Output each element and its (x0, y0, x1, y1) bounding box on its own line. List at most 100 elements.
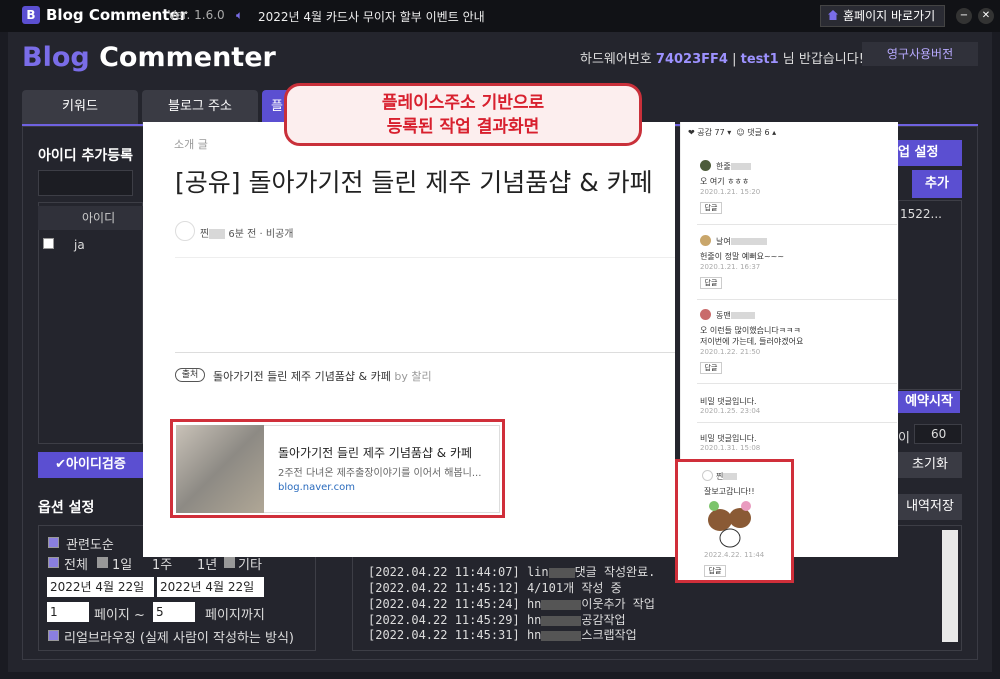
all-label: 전체 (64, 558, 88, 573)
all-checkbox[interactable] (48, 557, 59, 568)
brand-logo: Blog Commenter (22, 42, 276, 73)
date-to-select[interactable]: 2022년 4월 22일 (157, 577, 264, 597)
like-count[interactable]: 공감 77 (697, 128, 724, 137)
greeting: 님 반갑습니다! (782, 52, 864, 67)
page-from-spinner[interactable]: 1 (47, 602, 89, 622)
comment-date: 2020.1.22. 21:50 (700, 348, 761, 356)
source-badge: 출처 (175, 368, 205, 382)
id-input[interactable] (38, 170, 133, 196)
right-list (898, 200, 962, 390)
count-label: 이 (898, 431, 910, 446)
divider (697, 299, 897, 300)
author-name: 찐 (200, 229, 210, 240)
brand-part-b: Commenter (89, 42, 276, 73)
comment-text: 오 이런들 많이했습니다ㅋㅋㅋ (700, 326, 801, 335)
link-card-description: 2주전 다녀온 제주출장이야기를 이어서 해봅니... (278, 468, 482, 479)
log-time: [2022.04.22 11:44:07] (368, 565, 520, 579)
comment-date: 2022.4.22. 11:44 (704, 551, 765, 559)
link-card-url: blog.naver.com (278, 482, 356, 493)
comment-author: 찐 (716, 471, 738, 482)
comment-text: 비밀 댓글입니다. (700, 434, 757, 443)
page-end-label: 페이지까지 (205, 608, 265, 623)
comment-date: 2020.1.21. 15:20 (700, 188, 761, 196)
hw-label: 하드웨어번호 (580, 52, 652, 67)
log-time: [2022.04.22 11:45:31] (368, 628, 520, 642)
tab-blog-address[interactable]: 블로그 주소 (142, 90, 258, 126)
log-time: [2022.04.22 11:45:12] (368, 581, 520, 595)
log-message: 4/101개 작성 중 (526, 581, 622, 595)
1day-checkbox[interactable] (97, 557, 108, 568)
post-category: 소개 글 (174, 138, 208, 151)
reply-button[interactable]: 답글 (700, 277, 722, 289)
divider (175, 352, 675, 353)
log-message: 공감작업 (581, 613, 626, 627)
save-history-button[interactable]: 내역저장 (898, 494, 962, 520)
homepage-button[interactable]: 홈페이지 바로가기 (820, 5, 945, 27)
page-sep-label: 페이지 ~ (94, 608, 145, 623)
minimize-button[interactable]: − (956, 8, 972, 24)
divider (697, 422, 897, 423)
log-scrollbar[interactable] (942, 530, 958, 642)
section-option-title: 옵션 설정 (38, 500, 95, 516)
comment-count[interactable]: 댓글 6 (747, 128, 769, 137)
permanent-version-button[interactable]: 영구사용버전 (862, 42, 978, 66)
reset-button[interactable]: 초기화 (898, 452, 962, 478)
comment-author: 동맨 (716, 310, 755, 321)
page-to-spinner[interactable]: 5 (153, 602, 195, 622)
link-card-thumbnail (176, 425, 264, 513)
id-verify-button[interactable]: ✔아이디검증 (38, 452, 143, 478)
reply-button[interactable]: 답글 (700, 202, 722, 214)
app-title: Blog Commenter (46, 6, 188, 24)
commenter-avatar (702, 470, 713, 481)
link-card-title: 돌아가기전 들린 제주 기념품샵 & 카페 (278, 446, 473, 460)
real-browsing-label: 리얼브라우징 (실제 사람이 작성하는 방식) (64, 631, 294, 646)
heart-icon: ❤︎ (688, 128, 695, 137)
source-by: by 찰리 (394, 370, 432, 383)
work-setting-button[interactable]: 업 설정 (898, 140, 962, 166)
comment-author-name: 날여 (716, 237, 731, 246)
close-button[interactable]: ✕ (978, 8, 994, 24)
comment-author: 한줄 (716, 161, 751, 172)
comment-text: 잘보고갑니다!! (704, 487, 755, 496)
real-browsing-checkbox[interactable] (48, 630, 59, 641)
app-logo-icon: B (22, 6, 40, 24)
separator: | (732, 52, 737, 67)
reply-button[interactable]: 답글 (700, 362, 722, 374)
callout-line-2: 등록된 작업 결과화면 (386, 117, 540, 137)
hardware-info: 하드웨어번호 74023FF4 | test1 님 반갑습니다! (580, 48, 864, 67)
notice-link[interactable]: 2022년 4월 카드사 무이자 할부 이벤트 안내 (258, 8, 485, 25)
reserve-start-button[interactable]: 예약시작 (898, 391, 960, 413)
id-verify-label: 아이디검증 (66, 457, 126, 472)
comment-icon: ☺︎ (736, 128, 745, 137)
log-user: lin (526, 565, 549, 579)
brand-part-a: Blog (22, 42, 90, 73)
log-message: 이웃추가 작업 (581, 597, 655, 611)
id-row-value: ja (74, 238, 85, 252)
reply-button[interactable]: 답글 (704, 565, 726, 577)
comment-author-name: 찐 (716, 472, 724, 481)
commenter-avatar (700, 309, 711, 320)
log-line: [2022.04.22 11:45:31] hn 스크랩작업 (368, 626, 637, 643)
comment-date: 2020.1.21. 16:37 (700, 263, 761, 271)
date-from-select[interactable]: 2022년 4월 22일 (47, 577, 154, 597)
source-text[interactable]: 돌아가기전 들린 제주 기념품샵 & 카페 by 찰리 (213, 368, 432, 384)
right-list-item: 1522... (900, 207, 942, 221)
source-title: 돌아가기전 들린 제주 기념품샵 & 카페 (213, 370, 391, 383)
tab-keyword[interactable]: 키워드 (22, 90, 138, 126)
homepage-button-label: 홈페이지 바로가기 (843, 9, 936, 23)
add-button[interactable]: 추가 (912, 170, 962, 198)
comment-author-name: 동맨 (716, 311, 731, 320)
comment-author: 날여 (716, 236, 767, 247)
count-input[interactable]: 60 (914, 424, 962, 444)
relevance-checkbox[interactable] (48, 537, 59, 548)
divider (175, 257, 675, 258)
sticker-image (708, 501, 751, 548)
row-checkbox[interactable] (43, 238, 54, 249)
etc-checkbox[interactable] (224, 557, 235, 568)
log-time: [2022.04.22 11:45:29] (368, 613, 520, 627)
log-user: hn (526, 597, 542, 611)
commenter-avatar (700, 235, 711, 246)
log-user: hn (526, 628, 542, 642)
author-avatar (175, 221, 195, 241)
log-message: 댓글 작성완료. (574, 565, 656, 579)
